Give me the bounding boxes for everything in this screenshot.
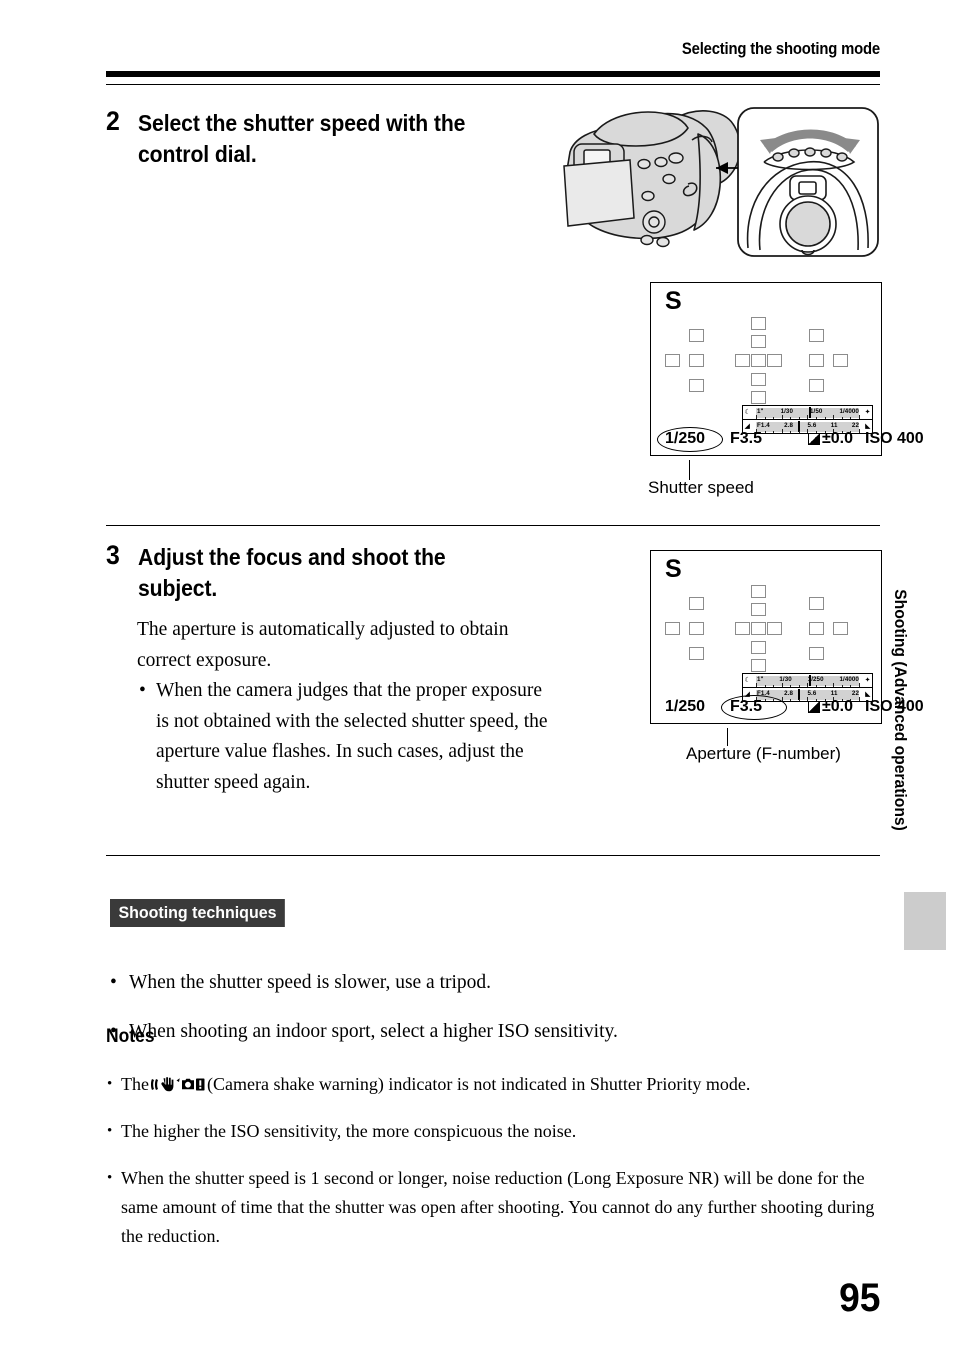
runner-icon: ✦	[864, 409, 871, 416]
header-rule-thin	[106, 84, 880, 86]
lcd-top-iso-value: ISO 400	[865, 430, 924, 447]
side-tab-section-label: Shooting (Advanced operations)	[880, 545, 920, 875]
lcd-top-af-point-grid	[661, 317, 871, 404]
lcd-bottom-caption: Aperture (F-number)	[686, 744, 841, 763]
header-rule-thick	[106, 71, 880, 77]
lcd-top-caption: Shutter speed	[648, 478, 754, 497]
note-text: (Camera shake warning) indicator is not …	[206, 1074, 751, 1094]
lcd-bottom-highlight-circle	[721, 695, 787, 720]
step-3-bullet: When the camera judges that the proper e…	[137, 676, 557, 798]
lcd-top-highlight-circle	[657, 427, 723, 452]
step-3-number: 3	[106, 540, 120, 570]
person-icon: ☾	[744, 677, 751, 684]
note-item-shake: The (Camera shake warning) i	[106, 1070, 884, 1099]
lcd-bottom-mode-label: S	[665, 555, 682, 583]
shooting-techniques-list: When the shutter speed is slower, use a …	[108, 948, 878, 1067]
lcd-top-aperture-value: F3.5	[730, 430, 763, 447]
exposure-comp-icon	[808, 432, 820, 445]
manual-page: Selecting the shooting mode 2 Select the…	[0, 0, 954, 1345]
lcd-top-shutter-scale: ☾ ✦ 1" 1/30 1/50 1/4000	[743, 406, 872, 420]
section-separator-1	[106, 525, 880, 527]
camera-illustration	[548, 100, 893, 265]
lcd-top-mode-label: S	[665, 287, 682, 315]
step-3-paragraph: The aperture is automatically adjusted t…	[137, 619, 509, 671]
technique-item: When the shutter speed is slower, use a …	[108, 968, 878, 998]
shooting-techniques-badge: Shooting techniques	[110, 899, 285, 927]
lcd-display-top: S ☾ ✦ 1" 1/30 1/50 1/4000 ◢ ◣ F1.4 2.8 5…	[650, 282, 924, 456]
note-item: When the shutter speed is 1 second or lo…	[106, 1164, 884, 1251]
camera-shake-warning-icon	[150, 1073, 205, 1092]
lcd-bottom-shutter-scale: ☾ ✦ 1" 1/30 1/250 1/4000	[743, 674, 872, 688]
note-item: The higher the ISO sensitivity, the more…	[106, 1117, 884, 1146]
running-head: Selecting the shooting mode	[681, 40, 880, 58]
side-tab-marker	[904, 892, 946, 950]
runner-icon: ✦	[864, 677, 871, 684]
lcd-display-bottom: S ☾ ✦ 1" 1/30 1/250 1/4000 ◢ ◣ F1.4 2.8 …	[650, 550, 924, 724]
notes-title: Notes	[106, 1026, 155, 1047]
lcd-bottom-af-point-grid	[661, 585, 871, 672]
technique-item: When shooting an indoor sport, select a …	[108, 1017, 878, 1047]
shutter-scale-ticks	[756, 682, 860, 687]
lcd-bottom-exposure-comp: ±0.0	[808, 695, 853, 719]
note-prefix: The	[121, 1074, 149, 1094]
step-2-heading: Select the shutter speed with the contro…	[138, 110, 466, 167]
step-2-number: 2	[106, 106, 120, 136]
lcd-bottom-shutter-value: 1/250	[665, 698, 706, 715]
step-3-heading: Adjust the focus and shoot the subject.	[138, 544, 446, 601]
person-icon: ☾	[744, 409, 751, 416]
section-separator-2	[106, 855, 880, 857]
side-tab-text: Shooting (Advanced operations)	[891, 589, 910, 831]
lcd-top-exposure-comp: ±0.0	[808, 427, 853, 451]
notes-list: The (Camera shake warning) i	[106, 1052, 884, 1251]
exposure-comp-icon	[808, 700, 820, 713]
page-number: 95	[838, 1276, 880, 1320]
lcd-top-caption-leader	[689, 460, 691, 480]
shutter-scale-ticks	[756, 414, 860, 419]
step-3-body: The aperture is automatically adjusted t…	[137, 615, 557, 798]
